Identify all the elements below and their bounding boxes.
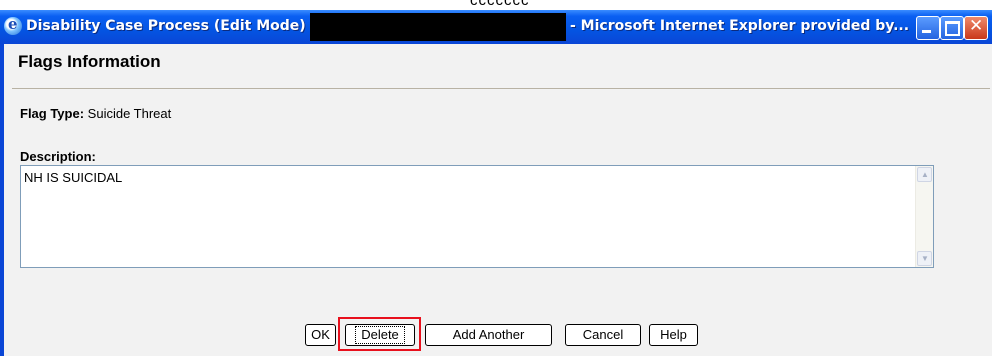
add-another-button-label: Add Another	[452, 327, 525, 342]
cropped-text: ccccccc	[470, 0, 530, 9]
minimize-button[interactable]	[916, 16, 940, 40]
cancel-button-label: Cancel	[582, 327, 624, 342]
ie-window: Disability Case Process (Edit Mode) - Mi…	[0, 10, 992, 356]
redacted-area	[310, 13, 566, 41]
maximize-icon	[945, 21, 960, 36]
scroll-down-button[interactable]: ▼	[917, 251, 932, 266]
help-button-label: Help	[660, 327, 687, 342]
page-title: Flags Information	[18, 52, 161, 71]
delete-button[interactable]: Delete	[345, 324, 415, 346]
window-title: Disability Case Process (Edit Mode)	[26, 18, 306, 34]
chevron-down-icon: ▼	[921, 254, 929, 263]
description-scrollbar[interactable]: ▲ ▼	[915, 166, 933, 267]
delete-button-label: Delete	[355, 326, 405, 344]
title-bar[interactable]: Disability Case Process (Edit Mode) - Mi…	[0, 10, 992, 44]
flag-type-row: Flag Type: Suicide Threat	[20, 106, 171, 121]
minimize-icon	[922, 30, 931, 33]
top-strip: ccccccc	[0, 0, 992, 10]
ok-button[interactable]: OK	[305, 324, 336, 346]
chevron-up-icon: ▲	[921, 170, 929, 179]
dialog-content: Flags Information Flag Type: Suicide Thr…	[4, 44, 992, 356]
maximize-button[interactable]	[940, 16, 964, 40]
add-another-button[interactable]: Add Another	[425, 324, 552, 346]
scroll-up-button[interactable]: ▲	[917, 167, 932, 182]
internet-explorer-icon[interactable]	[4, 15, 22, 35]
ok-button-label: OK	[311, 327, 330, 342]
description-textarea[interactable]: NH IS SUICIDAL ▲ ▼	[20, 165, 934, 268]
description-text: NH IS SUICIDAL	[24, 170, 123, 185]
description-label: Description:	[20, 149, 96, 164]
cancel-button[interactable]: Cancel	[565, 324, 641, 346]
button-row: OK Delete Add Another Cancel Help	[4, 317, 992, 351]
close-icon: ✕	[969, 16, 984, 36]
help-button[interactable]: Help	[649, 324, 698, 346]
flag-type-label: Flag Type:	[20, 106, 85, 121]
flag-type-value: Suicide Threat	[87, 106, 172, 121]
window-title-suffix: - Microsoft Internet Explorer provided b…	[570, 18, 910, 34]
header-divider	[12, 88, 990, 89]
close-button[interactable]: ✕	[964, 16, 988, 40]
